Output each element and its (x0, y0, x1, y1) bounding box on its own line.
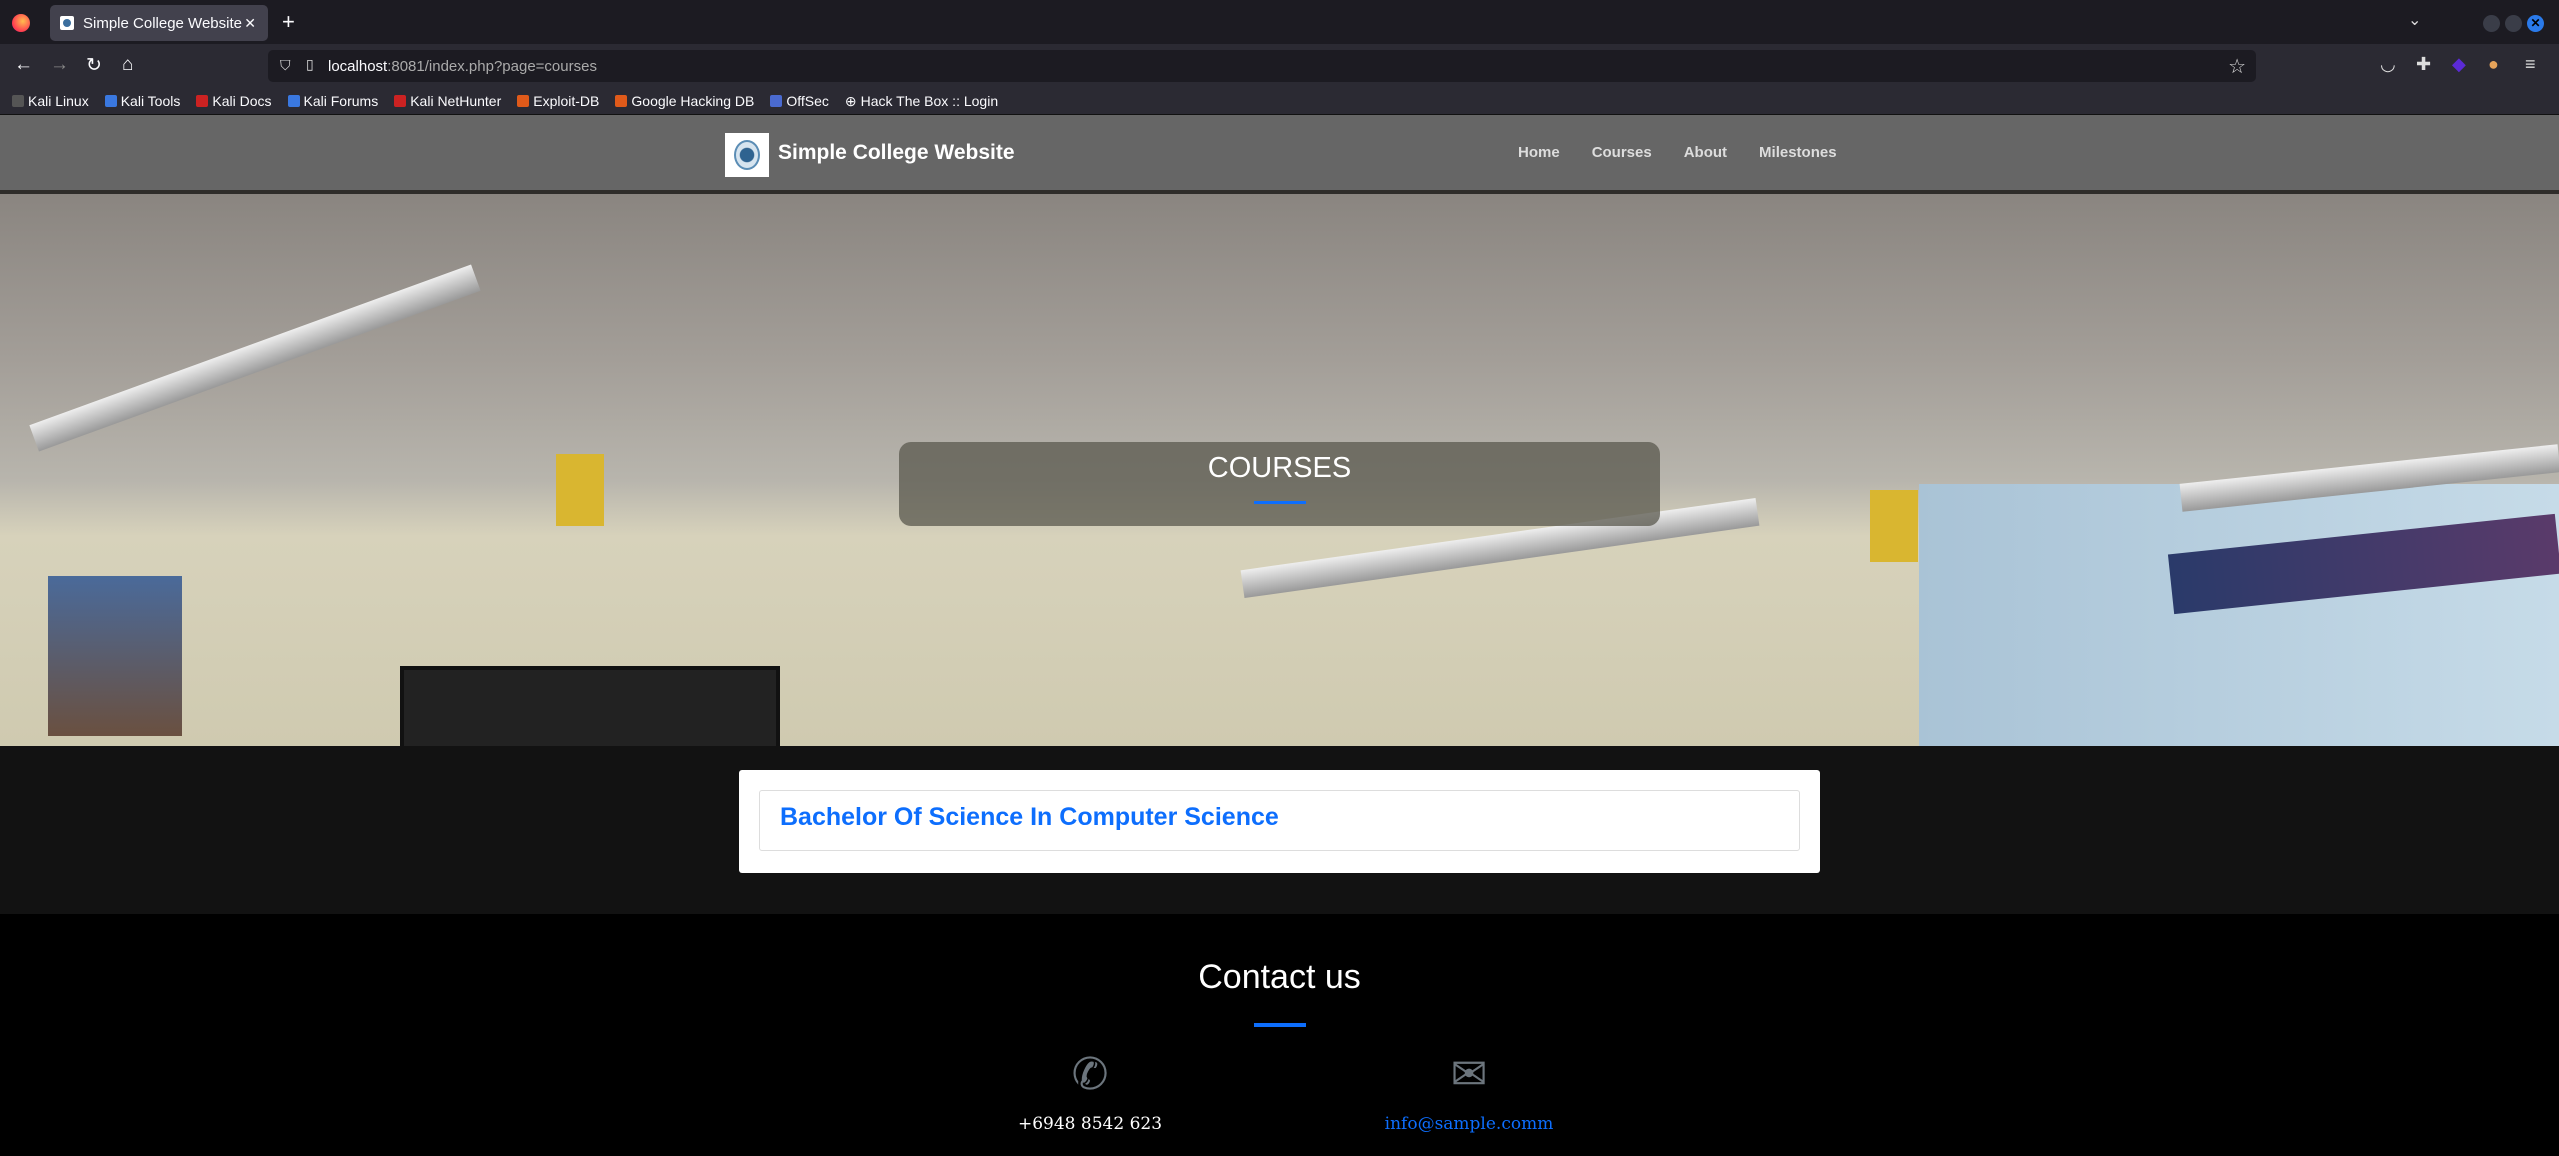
extensions-icon[interactable]: ✚ (2416, 54, 2431, 75)
globe-icon: ⊕ (844, 92, 857, 109)
contact-footer: Contact us ✆ +6948 8542 623 ✉ info@sampl… (0, 914, 2559, 1156)
nav-courses[interactable]: Courses (1592, 144, 1652, 161)
courses-section: Bachelor Of Science In Computer Science (0, 746, 2559, 914)
browser-tab-bar: Simple College Website ✕ + ⌄ ✕ (0, 0, 2559, 44)
bookmark-label: Exploit-DB (533, 93, 600, 109)
bookmark-label: Google Hacking DB (631, 93, 755, 109)
bookmark-kali-linux[interactable]: Kali Linux (12, 93, 89, 109)
bookmark-hack-the-box[interactable]: ⊕ Hack The Box :: Login (845, 93, 998, 110)
bookmark-label: Kali Linux (28, 93, 89, 109)
favicon-icon (60, 16, 74, 30)
bookmark-offsec[interactable]: OffSec (770, 93, 829, 109)
bookmark-label: Kali Tools (120, 93, 181, 109)
north-sign (1870, 490, 1918, 562)
contact-phone: +6948 8542 623 (1017, 1114, 1163, 1134)
bookmark-label: Kali Forums (303, 93, 379, 109)
extension-layers-icon[interactable]: ◆ (2452, 54, 2466, 75)
tab-list-chevron-icon[interactable]: ⌄ (2408, 10, 2421, 30)
pocket-icon[interactable]: ◡ (2380, 54, 2396, 75)
courses-card: Bachelor Of Science In Computer Science (739, 770, 1820, 873)
close-window-button[interactable]: ✕ (2527, 15, 2544, 32)
bookmarks-bar: Kali Linux Kali Tools Kali Docs Kali For… (0, 88, 2559, 115)
home-icon[interactable]: ⌂ (122, 54, 133, 76)
contact-underline (1254, 1023, 1306, 1027)
bookmark-kali-nethunter[interactable]: Kali NetHunter (394, 93, 501, 109)
college-logo[interactable] (725, 133, 769, 177)
bookmark-google-hacking-db[interactable]: Google Hacking DB (615, 93, 754, 109)
contact-email[interactable]: info@sample.comm (1385, 1114, 1554, 1134)
close-tab-icon[interactable]: ✕ (244, 15, 256, 32)
maximize-button[interactable] (2505, 15, 2522, 32)
menu-icon[interactable]: ≡ (2525, 54, 2536, 75)
firefox-icon[interactable] (12, 14, 30, 32)
tv-screen (400, 666, 780, 746)
nav-home[interactable]: Home (1518, 144, 1560, 161)
contact-title: Contact us (1198, 958, 1361, 996)
extension-blocker-icon[interactable]: ● (2488, 54, 2499, 75)
bookmark-label: Kali NetHunter (410, 93, 502, 109)
url-bar[interactable]: ⛉ ▯ localhost:8081/index.php?page=course… (268, 50, 2256, 82)
bookmark-kali-tools[interactable]: Kali Tools (104, 93, 181, 109)
envelope-icon: ✉ (1450, 1050, 1488, 1099)
poster (48, 576, 182, 736)
bookmark-kali-forums[interactable]: Kali Forums (287, 93, 379, 109)
new-tab-button[interactable]: + (282, 9, 295, 35)
reload-icon[interactable]: ↻ (86, 54, 102, 77)
url-host: localhost (328, 57, 388, 75)
minimize-button[interactable] (2483, 15, 2500, 32)
title-underline (1253, 501, 1306, 504)
shield-icon[interactable]: ⛉ (280, 57, 291, 74)
bookmark-kali-docs[interactable]: Kali Docs (196, 93, 272, 109)
browser-toolbar: ← → ↻ ⌂ ⛉ ▯ localhost:8081/index.php?pag… (0, 44, 2559, 88)
page-title-box: COURSES (899, 442, 1660, 526)
forward-icon[interactable]: → (50, 54, 69, 76)
phone-icon: ✆ (1071, 1050, 1109, 1099)
course-link[interactable]: Bachelor Of Science In Computer Science (780, 803, 1279, 831)
tab-title: Simple College Website (83, 14, 242, 32)
nav-about[interactable]: About (1684, 144, 1727, 161)
west-sign (556, 454, 604, 526)
ceiling-light (29, 264, 481, 452)
bookmark-exploit-db[interactable]: Exploit-DB (517, 93, 599, 109)
page-title: COURSES (1207, 452, 1352, 484)
site-navbar: Simple College Website Home Courses Abou… (0, 115, 2559, 190)
url-path: :8081/index.php?page=courses (387, 57, 597, 75)
browser-tab[interactable]: Simple College Website ✕ (50, 5, 268, 41)
course-item: Bachelor Of Science In Computer Science (759, 790, 1800, 851)
back-icon[interactable]: ← (14, 54, 33, 76)
page-icon: ▯ (306, 56, 314, 72)
bookmark-label: Hack The Box :: Login (860, 93, 999, 109)
nav-milestones[interactable]: Milestones (1759, 144, 1837, 161)
bookmark-label: Kali Docs (212, 93, 272, 109)
bookmark-star-icon[interactable]: ☆ (2228, 54, 2246, 79)
site-brand[interactable]: Simple College Website (778, 141, 1015, 165)
bookmark-label: OffSec (786, 93, 829, 109)
